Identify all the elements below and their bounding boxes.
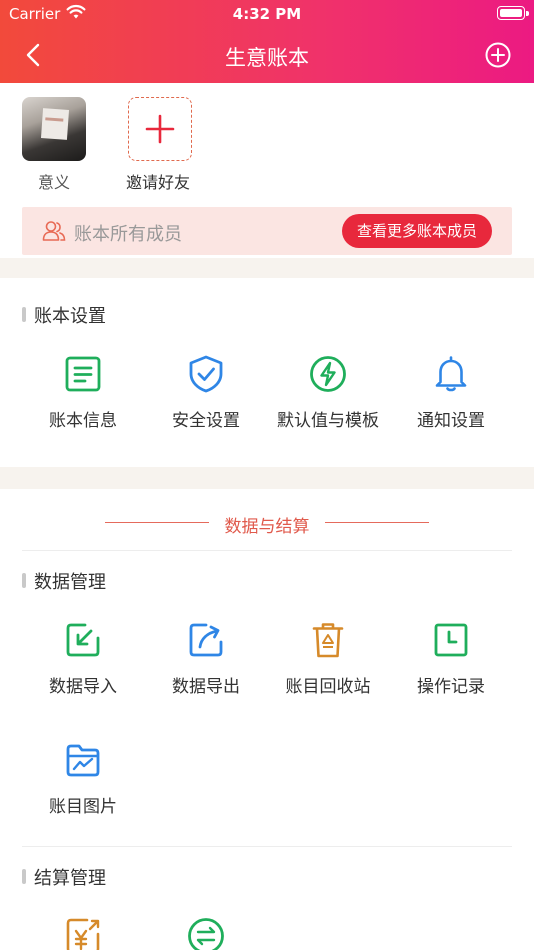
defaults-templates-button[interactable]: 默认值与模板 [261,354,395,431]
data-settlement-divider: 数据与结算 [0,512,534,537]
notification-settings-label: 通知设置 [417,411,485,431]
export-icon [189,623,223,657]
notification-settings-button[interactable]: 通知设置 [384,354,518,431]
security-settings-button[interactable]: 安全设置 [139,354,273,431]
member-item[interactable]: 意义 [22,97,86,193]
add-button[interactable] [484,41,512,69]
invite-friend-button[interactable]: 邀请好友 [124,97,196,193]
operation-log-button[interactable]: 操作记录 [384,620,518,697]
divider-line [22,846,512,847]
ledger-info-label: 账本信息 [49,411,117,431]
section-title-settlement: 结算管理 [22,864,106,890]
ledger-info-button[interactable]: 账本信息 [16,354,150,431]
data-export-button[interactable]: 数据导出 [139,620,273,697]
invite-box [128,97,192,161]
defaults-templates-label: 默认值与模板 [277,411,379,431]
security-settings-label: 安全设置 [172,411,240,431]
data-import-button[interactable]: 数据导入 [16,620,150,697]
yuan-settlement-icon [66,918,100,950]
member-name: 意义 [37,173,70,192]
document-icon [65,356,101,392]
members-panel: 意义 邀请好友 账本所有成员 查看更多账本成员 [0,83,534,258]
recycle-bin-icon [312,623,344,658]
import-icon [66,623,100,657]
clock-time: 4:32 PM [232,5,302,23]
header-bar: Carrier 4:32 PM 生意账本 [0,0,534,83]
plus-circle-icon [485,42,511,68]
ledger-images-label: 账目图片 [49,797,117,817]
divider-title: 数据与结算 [224,517,310,537]
page-title: 生意账本 [225,46,309,70]
transfer-icon [188,918,224,950]
transfer-item-button[interactable] [139,916,273,950]
more-members-button[interactable]: 查看更多账本成员 [341,214,492,248]
avatar [22,97,86,161]
battery-icon [497,6,529,20]
settlement-item-button[interactable] [16,916,150,950]
bell-icon [435,356,467,392]
section-title-ledger-settings: 账本设置 [22,302,106,328]
section-gap [0,258,534,278]
image-folder-icon [66,744,100,777]
status-bar: Carrier 4:32 PM [0,0,534,28]
people-icon [42,221,66,241]
plus-icon [145,114,175,144]
recycle-bin-label: 账目回收站 [285,677,371,697]
data-export-label: 数据导出 [172,677,240,697]
lightning-icon [310,356,346,392]
member-bar: 账本所有成员 查看更多账本成员 [22,207,512,255]
operation-log-label: 操作记录 [417,677,485,697]
section-title-data-management: 数据管理 [22,568,106,594]
recycle-bin-button[interactable]: 账目回收站 [261,620,395,697]
section-gap [0,467,534,489]
divider-line [22,550,512,551]
ledger-images-button[interactable]: 账目图片 [16,740,150,817]
shield-check-icon [189,355,223,393]
clock-record-icon [434,623,468,657]
invite-label: 邀请好友 [125,173,190,192]
all-members-label: 账本所有成员 [74,224,182,245]
data-import-label: 数据导入 [49,677,117,697]
